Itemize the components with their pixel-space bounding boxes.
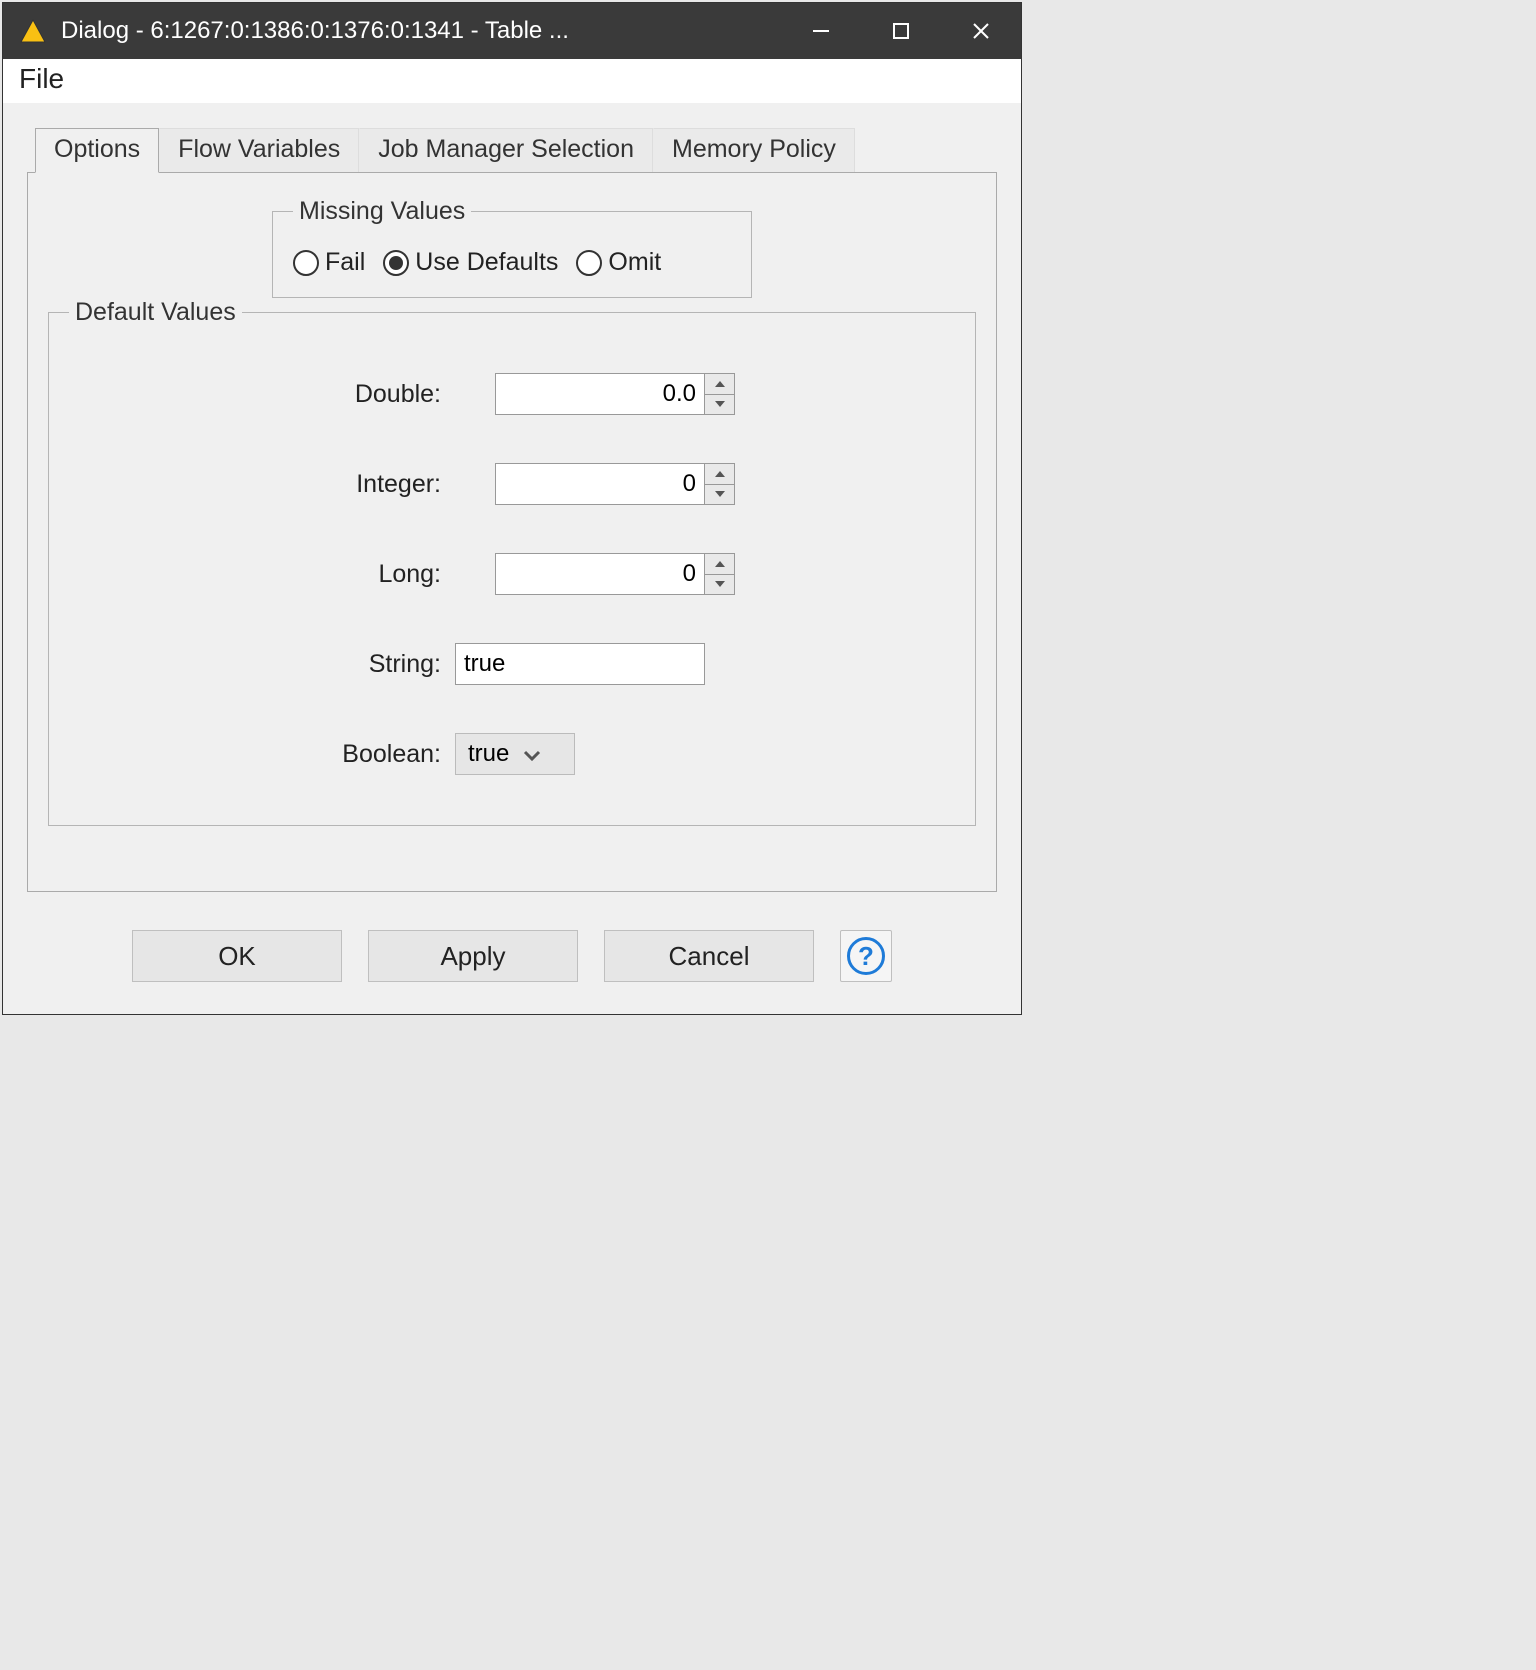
close-button[interactable] [941, 3, 1021, 59]
tabstrip: Options Flow Variables Job Manager Selec… [35, 127, 997, 172]
titlebar: Dialog - 6:1267:0:1386:0:1376:0:1341 - T… [3, 3, 1021, 59]
label-integer: Integer: [356, 470, 455, 499]
input-string[interactable] [455, 643, 705, 685]
spinner-double[interactable] [705, 373, 735, 415]
tab-options[interactable]: Options [35, 128, 159, 173]
default-values-form: Double: Integer: Long: [69, 343, 955, 805]
button-bar: OK Apply Cancel ? [27, 892, 997, 990]
window-title: Dialog - 6:1267:0:1386:0:1376:0:1341 - T… [61, 17, 781, 45]
app-icon [19, 17, 47, 45]
help-button[interactable]: ? [840, 930, 892, 982]
spinner-integer[interactable] [705, 463, 735, 505]
label-boolean: Boolean: [342, 740, 455, 769]
help-icon: ? [847, 937, 885, 975]
input-integer[interactable] [495, 463, 705, 505]
input-long[interactable] [495, 553, 705, 595]
label-string: String: [369, 650, 455, 679]
dialog-window: Dialog - 6:1267:0:1386:0:1376:0:1341 - T… [2, 2, 1022, 1015]
label-long: Long: [378, 560, 455, 589]
group-default-values: Default Values Double: Integer: Long: [48, 298, 976, 826]
legend-default-values: Default Values [69, 298, 242, 327]
apply-button[interactable]: Apply [368, 930, 578, 982]
radio-fail[interactable]: Fail [293, 248, 365, 277]
client-area: Options Flow Variables Job Manager Selec… [3, 103, 1021, 1014]
ok-button[interactable]: OK [132, 930, 342, 982]
chevron-down-icon[interactable] [705, 395, 734, 415]
tabpanel-options: Missing Values Fail Use Defaults Omit [27, 172, 997, 892]
tab-flow-variables[interactable]: Flow Variables [159, 128, 359, 173]
cancel-button[interactable]: Cancel [604, 930, 814, 982]
tab-memory-policy[interactable]: Memory Policy [653, 128, 855, 173]
chevron-down-icon[interactable] [705, 575, 734, 595]
radio-icon [293, 250, 319, 276]
maximize-button[interactable] [861, 3, 941, 59]
menubar: File [3, 59, 1021, 103]
radio-omit[interactable]: Omit [576, 248, 661, 277]
missing-values-radios: Fail Use Defaults Omit [293, 242, 731, 277]
spinner-long[interactable] [705, 553, 735, 595]
menu-file[interactable]: File [19, 63, 64, 94]
label-double: Double: [355, 380, 455, 409]
legend-missing-values: Missing Values [293, 197, 471, 226]
chevron-up-icon[interactable] [705, 554, 734, 575]
input-double[interactable] [495, 373, 705, 415]
select-boolean[interactable]: true [455, 733, 575, 775]
spacer [705, 754, 735, 755]
select-boolean-value: true [468, 740, 509, 768]
radio-icon [576, 250, 602, 276]
chevron-up-icon[interactable] [705, 374, 734, 395]
tab-job-manager[interactable]: Job Manager Selection [359, 128, 653, 173]
spacer [705, 664, 735, 665]
radio-use-defaults[interactable]: Use Defaults [383, 248, 558, 277]
minimize-button[interactable] [781, 3, 861, 59]
radio-icon [383, 250, 409, 276]
chevron-up-icon[interactable] [705, 464, 734, 485]
group-missing-values: Missing Values Fail Use Defaults Omit [272, 197, 752, 298]
window-controls [781, 3, 1021, 59]
chevron-down-icon [523, 740, 541, 768]
chevron-down-icon[interactable] [705, 485, 734, 505]
